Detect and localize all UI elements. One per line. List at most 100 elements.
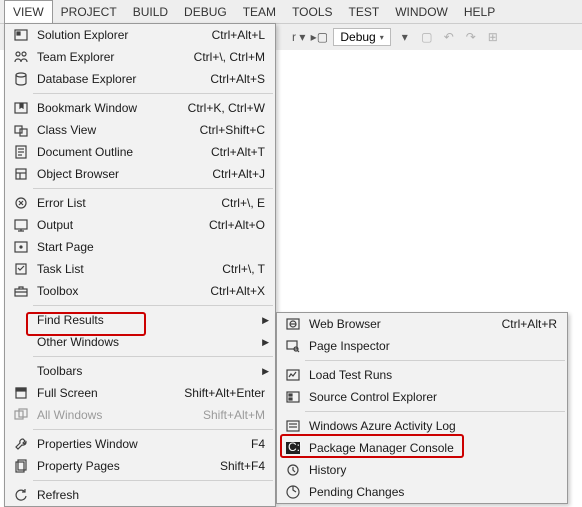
menu-build[interactable]: BUILD <box>125 1 176 23</box>
menu-item-solution-explorer[interactable]: Solution ExplorerCtrl+Alt+L <box>5 24 275 46</box>
menu-item-toolbars[interactable]: Toolbars▶ <box>5 360 275 382</box>
menu-item-windows-azure-activity-log[interactable]: Windows Azure Activity Log <box>277 415 567 437</box>
view-menu: Solution ExplorerCtrl+Alt+LTeam Explorer… <box>4 23 276 507</box>
menu-item-pending-changes[interactable]: Pending Changes <box>277 481 567 503</box>
menu-separator <box>33 305 273 306</box>
tb-icon-4: ⊞ <box>485 29 501 45</box>
menu-item-team-explorer[interactable]: Team ExplorerCtrl+\, Ctrl+M <box>5 46 275 68</box>
menu-item-label: Find Results <box>31 313 269 327</box>
menu-item-label: Error List <box>31 196 221 210</box>
menu-item-label: History <box>303 463 561 477</box>
menu-test[interactable]: TEST <box>341 1 388 23</box>
menu-item-object-browser[interactable]: Object BrowserCtrl+Alt+J <box>5 163 275 185</box>
browser-icon[interactable]: ▾ <box>397 29 413 45</box>
menu-item-shortcut: Ctrl+\, Ctrl+M <box>194 50 269 64</box>
menu-item-shortcut: Shift+F4 <box>220 459 269 473</box>
menu-item-load-test-runs[interactable]: Load Test Runs <box>277 364 567 386</box>
menu-item-class-view[interactable]: Class ViewCtrl+Shift+C <box>5 119 275 141</box>
menu-item-error-list[interactable]: Error ListCtrl+\, E <box>5 192 275 214</box>
toolbox-icon <box>11 283 31 299</box>
menu-separator <box>33 356 273 357</box>
wrench-icon <box>11 436 31 452</box>
menu-item-web-browser[interactable]: Web BrowserCtrl+Alt+R <box>277 313 567 335</box>
class-icon <box>11 122 31 138</box>
menu-team[interactable]: TEAM <box>235 1 284 23</box>
docoutline-icon <box>11 144 31 160</box>
new-item-icon[interactable]: ▸▢ <box>311 29 327 45</box>
tb-icon-2: ↶ <box>441 29 457 45</box>
team-icon <box>11 49 31 65</box>
menu-window[interactable]: WINDOW <box>387 1 456 23</box>
menu-item-start-page[interactable]: Start Page <box>5 236 275 258</box>
menu-item-toolbox[interactable]: ToolboxCtrl+Alt+X <box>5 280 275 302</box>
menu-item-history[interactable]: History <box>277 459 567 481</box>
menu-item-label: Properties Window <box>31 437 251 451</box>
menu-item-output[interactable]: OutputCtrl+Alt+O <box>5 214 275 236</box>
menu-item-all-windows: All WindowsShift+Alt+M <box>5 404 275 426</box>
blank-icon <box>11 334 31 350</box>
menu-item-bookmark-window[interactable]: Bookmark WindowCtrl+K, Ctrl+W <box>5 97 275 119</box>
menu-item-shortcut: Shift+Alt+M <box>203 408 269 422</box>
menu-separator <box>305 411 565 412</box>
chevron-down-icon: ▾ <box>380 33 384 42</box>
menu-item-properties-window[interactable]: Properties WindowF4 <box>5 433 275 455</box>
submenu-arrow-icon: ▶ <box>262 337 269 348</box>
menu-item-document-outline[interactable]: Document OutlineCtrl+Alt+T <box>5 141 275 163</box>
menu-item-package-manager-console[interactable]: C:\Package Manager Console <box>277 437 567 459</box>
menu-item-label: Property Pages <box>31 459 220 473</box>
svg-text:C:\: C:\ <box>288 440 301 454</box>
bookmark-icon <box>11 100 31 116</box>
menu-separator <box>33 188 273 189</box>
menubar: VIEW PROJECT BUILD DEBUG TEAM TOOLS TEST… <box>0 0 582 24</box>
history-icon <box>283 462 303 478</box>
menu-item-label: Web Browser <box>303 317 502 331</box>
menu-debug[interactable]: DEBUG <box>176 1 235 23</box>
menu-item-shortcut: Ctrl+\, T <box>222 262 269 276</box>
azure-icon <box>283 418 303 434</box>
tb-icon-3: ↷ <box>463 29 479 45</box>
menu-tools[interactable]: TOOLS <box>284 1 340 23</box>
solution-icon <box>11 27 31 43</box>
menu-separator <box>305 360 565 361</box>
menu-item-label: Object Browser <box>31 167 212 181</box>
menu-item-find-results[interactable]: Find Results▶ <box>5 309 275 331</box>
menu-item-shortcut: Ctrl+Alt+O <box>209 218 269 232</box>
web-icon <box>283 316 303 332</box>
menu-item-label: Toolbox <box>31 284 210 298</box>
menu-view[interactable]: VIEW <box>4 0 53 23</box>
menu-item-label: Toolbars <box>31 364 269 378</box>
menu-item-label: Team Explorer <box>31 50 194 64</box>
config-dropdown[interactable]: Debug ▾ <box>333 28 390 46</box>
menu-item-label: Package Manager Console <box>303 441 561 455</box>
menu-item-shortcut: Ctrl+Alt+X <box>210 284 269 298</box>
menu-item-shortcut: Ctrl+K, Ctrl+W <box>188 101 269 115</box>
blank-icon <box>11 312 31 328</box>
menu-item-label: Bookmark Window <box>31 101 188 115</box>
menu-item-label: Class View <box>31 123 200 137</box>
menu-item-label: Page Inspector <box>303 339 561 353</box>
menu-item-label: Task List <box>31 262 222 276</box>
inspector-icon <box>283 338 303 354</box>
menu-item-source-control-explorer[interactable]: Source Control Explorer <box>277 386 567 408</box>
menu-item-label: Windows Azure Activity Log <box>303 419 561 433</box>
menu-item-label: Refresh <box>31 488 269 502</box>
menu-help[interactable]: HELP <box>456 1 503 23</box>
menu-item-property-pages[interactable]: Property PagesShift+F4 <box>5 455 275 477</box>
blank-icon <box>11 363 31 379</box>
menu-item-database-explorer[interactable]: Database ExplorerCtrl+Alt+S <box>5 68 275 90</box>
menu-item-shortcut: F4 <box>251 437 269 451</box>
menu-item-full-screen[interactable]: Full ScreenShift+Alt+Enter <box>5 382 275 404</box>
menu-item-page-inspector[interactable]: Page Inspector <box>277 335 567 357</box>
menu-item-label: Pending Changes <box>303 485 561 499</box>
menu-item-label: Solution Explorer <box>31 28 212 42</box>
menu-item-task-list[interactable]: Task ListCtrl+\, T <box>5 258 275 280</box>
menu-item-label: Source Control Explorer <box>303 390 561 404</box>
pages-icon <box>11 458 31 474</box>
menu-item-refresh[interactable]: Refresh <box>5 484 275 506</box>
config-label: Debug <box>340 30 375 44</box>
fullscreen-icon <box>11 385 31 401</box>
menu-item-label: Output <box>31 218 209 232</box>
menu-project[interactable]: PROJECT <box>53 1 125 23</box>
loadtest-icon <box>283 367 303 383</box>
menu-item-other-windows[interactable]: Other Windows▶ <box>5 331 275 353</box>
